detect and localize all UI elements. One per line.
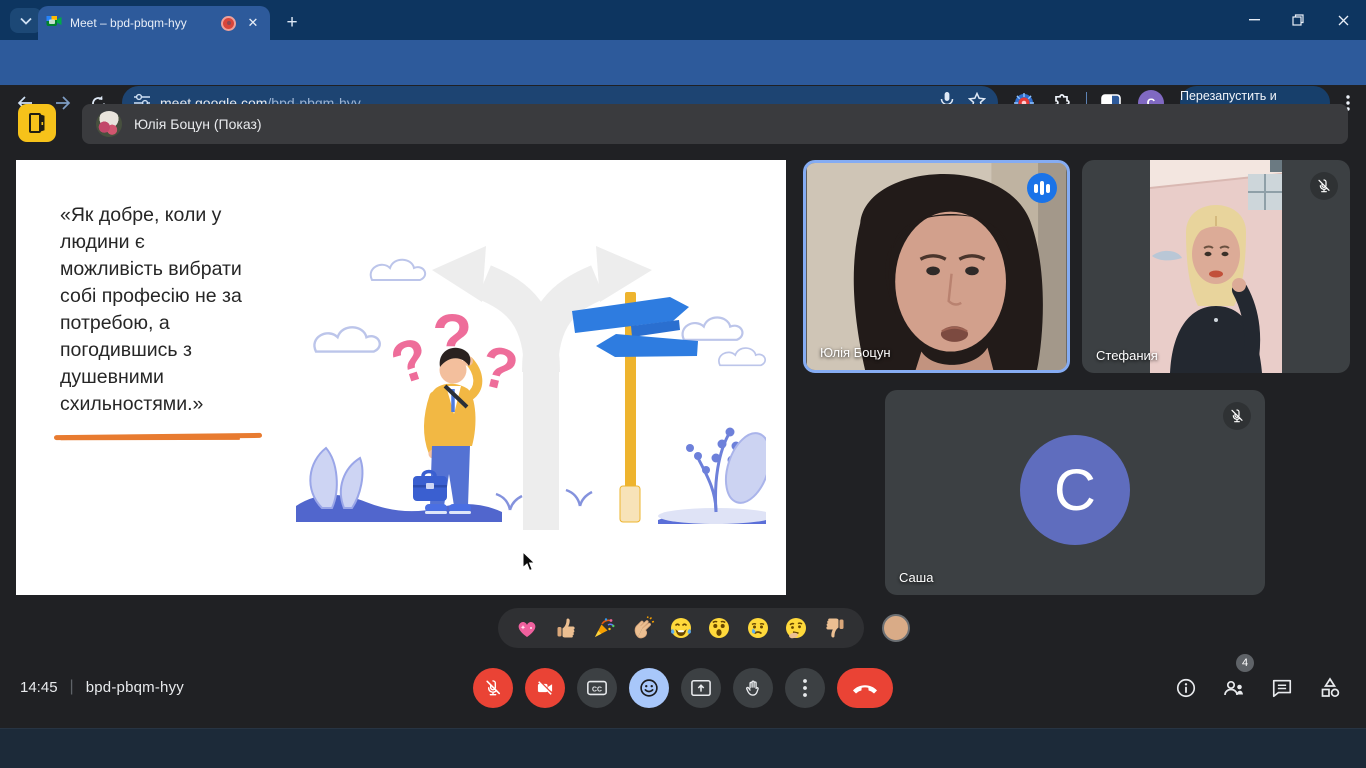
reactions-pill	[498, 608, 864, 648]
meeting-details-icon[interactable]	[1174, 676, 1198, 700]
crying-face-icon[interactable]	[745, 615, 771, 641]
presentation-slide: «Як добре, коли у людини є можливість ви…	[16, 160, 786, 595]
presenter-bar[interactable]: Юлія Боцун (Показ)	[82, 104, 1348, 144]
tab-title: Meet – bpd-pbqm-hyy	[70, 16, 213, 30]
participant-tile-stefaniya[interactable]: Стефания	[1082, 160, 1350, 373]
participant-tile-yuliya[interactable]: Юлія Боцун	[803, 160, 1070, 373]
leave-room-door-icon[interactable]	[18, 104, 56, 142]
present-screen-button[interactable]	[681, 668, 721, 708]
tab-close-icon[interactable]: ✕	[244, 14, 262, 32]
participant-name: Юлія Боцун	[820, 345, 891, 360]
presenter-avatar	[96, 111, 122, 137]
slide-quote: «Як добре, коли у людини є можливість ви…	[60, 202, 300, 418]
window-close-button[interactable]	[1320, 0, 1366, 40]
mic-toggle-button[interactable]	[473, 668, 513, 708]
activities-icon[interactable]	[1318, 676, 1342, 700]
clapping-hands-icon[interactable]	[630, 615, 656, 641]
meeting-info: 14:45 | bpd-pbqm-hyy	[20, 678, 184, 696]
divider: |	[70, 678, 74, 696]
mic-off-icon	[1223, 402, 1251, 430]
speaking-indicator-icon	[1027, 173, 1057, 203]
people-count-badge: 4	[1236, 654, 1254, 672]
captions-button[interactable]: CC	[577, 668, 617, 708]
window-minimize-button[interactable]	[1232, 0, 1276, 40]
people-panel-icon[interactable]	[1222, 676, 1246, 700]
browser-toolbar: meet.google.com/bpd-pbqm-hyy C Перезапус…	[0, 40, 1366, 85]
end-call-button[interactable]	[837, 668, 893, 708]
mic-off-icon	[1310, 172, 1338, 200]
party-popper-icon[interactable]	[591, 615, 617, 641]
participant-name: Стефания	[1096, 348, 1158, 363]
svg-text:CC: CC	[592, 686, 602, 693]
presenter-name: Юлія Боцун (Показ)	[134, 116, 262, 132]
tab-recording-indicator-icon	[221, 16, 236, 31]
thumbs-up-icon[interactable]	[553, 615, 579, 641]
stefaniya-video	[1150, 160, 1282, 373]
svg-text:?: ?	[383, 325, 437, 398]
meeting-code: bpd-pbqm-hyy	[86, 679, 184, 696]
skin-tone-selector[interactable]	[882, 614, 910, 642]
new-tab-button[interactable]: +	[280, 11, 304, 35]
astonished-face-icon[interactable]	[706, 615, 732, 641]
participant-tile-sasha[interactable]: C Саша	[885, 390, 1265, 595]
camera-toggle-button[interactable]	[525, 668, 565, 708]
reactions-bar	[498, 608, 910, 648]
windows-taskbar: Поиск	[0, 728, 1366, 768]
mouse-cursor	[522, 552, 536, 572]
window-restore-button[interactable]	[1276, 0, 1320, 40]
face-with-tears-of-joy-icon[interactable]	[668, 615, 694, 641]
participant-name: Саша	[899, 570, 933, 585]
raise-hand-button[interactable]	[733, 668, 773, 708]
slide-illustration: ? ? ?	[286, 190, 766, 560]
svg-text:?: ?	[474, 333, 524, 405]
browser-tab[interactable]: Meet – bpd-pbqm-hyy ✕	[38, 6, 270, 40]
meet-favicon	[46, 14, 62, 33]
chat-panel-icon[interactable]	[1270, 676, 1294, 700]
thumbs-down-icon[interactable]	[822, 615, 848, 641]
browser-titlebar: Meet – bpd-pbqm-hyy ✕ +	[0, 0, 1366, 40]
screen: Meet – bpd-pbqm-hyy ✕ + meet.google.com/…	[0, 0, 1366, 768]
sparkling-heart-icon[interactable]	[514, 615, 540, 641]
participant-avatar-letter: C	[1020, 435, 1130, 545]
thinking-face-icon[interactable]	[783, 615, 809, 641]
more-options-button[interactable]	[785, 668, 825, 708]
reactions-toggle-button[interactable]	[629, 668, 669, 708]
slide-underline-marker	[54, 433, 262, 440]
clock-time: 14:45	[20, 679, 58, 696]
